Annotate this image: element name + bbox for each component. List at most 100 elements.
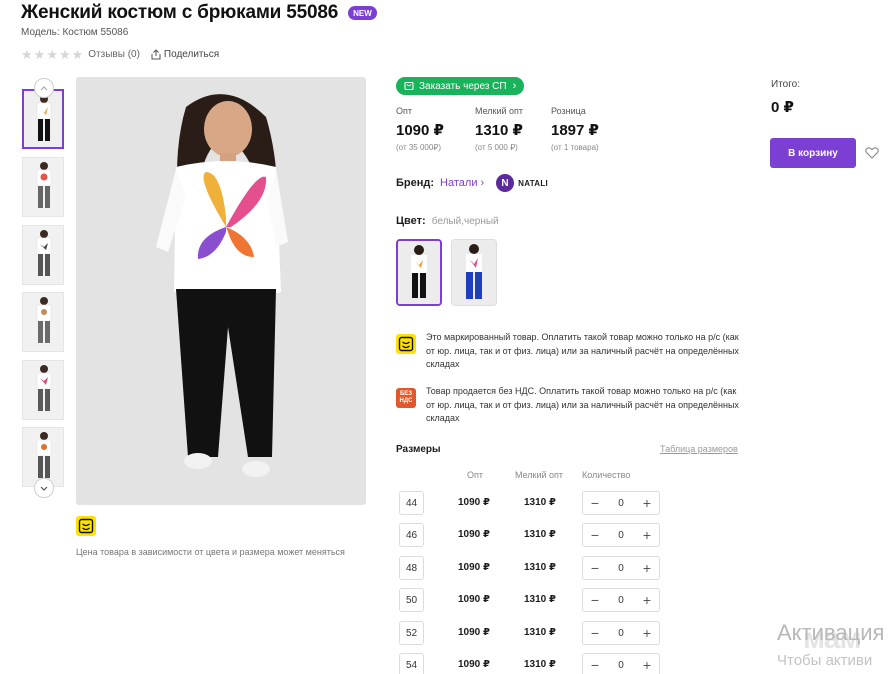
star-icon: ★ [71, 47, 84, 62]
product-model: Модель: Костюм 55086 [21, 27, 129, 38]
size-row: 50 1090 ₽ 1310 ₽ − 0 + [399, 588, 669, 612]
size-price-opt: 1090 ₽ [458, 594, 490, 605]
size-table-link[interactable]: Таблица размеров [660, 444, 738, 454]
thumbnail-4[interactable] [22, 292, 64, 352]
star-icon: ★ [21, 47, 33, 62]
favorite-button[interactable] [865, 146, 879, 164]
minus-icon[interactable]: − [589, 496, 601, 510]
price-value: 1897 ₽ [551, 122, 599, 139]
total-value: 0 ₽ [771, 99, 794, 116]
plus-icon[interactable]: + [641, 658, 653, 672]
size-price-small: 1310 ₽ [524, 594, 556, 605]
star-icon: ★ [33, 47, 46, 62]
total-label: Итого: [771, 79, 800, 90]
color-swatch-1[interactable] [396, 239, 442, 306]
size-label: 50 [399, 588, 424, 612]
size-label: 54 [399, 653, 424, 674]
brand-label: Бренд: [396, 177, 435, 189]
price-value: 1090 ₽ [396, 122, 444, 139]
minus-icon[interactable]: − [589, 593, 601, 607]
quantity-stepper: − 0 + [582, 588, 660, 612]
chevron-up-icon [40, 85, 48, 90]
size-price-small: 1310 ₽ [524, 497, 556, 508]
reviews-link[interactable]: Отзывы (0) [88, 49, 140, 60]
product-title: Женский костюм с брюками 55086 [21, 2, 339, 23]
price-condition: (от 35 000₽) [396, 143, 442, 152]
size-row: 46 1090 ₽ 1310 ₽ − 0 + [399, 523, 669, 547]
chevron-down-icon [40, 486, 48, 491]
cart-small-icon [404, 81, 414, 91]
sizes-title: Размеры [396, 444, 441, 455]
quantity-value[interactable]: 0 [618, 563, 624, 574]
plus-icon[interactable]: + [641, 528, 653, 542]
minus-icon[interactable]: − [589, 658, 601, 672]
add-to-cart-button[interactable]: В корзину [770, 138, 856, 168]
size-price-small: 1310 ₽ [524, 659, 556, 670]
plus-icon[interactable]: + [641, 496, 653, 510]
thumbnail-image [24, 91, 62, 147]
size-price-opt: 1090 ₽ [458, 529, 490, 540]
brand-logo-mark: N [496, 174, 515, 192]
rating-stars: ★ ★ ★ ★ ★ [21, 48, 83, 61]
minus-icon[interactable]: − [589, 626, 601, 640]
quantity-value[interactable]: 0 [618, 498, 624, 509]
thumbnail-image [23, 361, 63, 419]
thumbnail-1[interactable] [22, 89, 64, 149]
plus-icon[interactable]: + [641, 626, 653, 640]
brand-logo[interactable]: N NATALI [496, 174, 548, 192]
plus-icon[interactable]: + [641, 593, 653, 607]
price-label: Мелкий опт [475, 106, 524, 116]
color-value: белый,черный [431, 216, 499, 227]
notice-text: Это маркированный товар. Оплатить такой … [426, 332, 739, 369]
quantity-stepper: − 0 + [582, 491, 660, 515]
price-note: Цена товара в зависимости от цвета и раз… [76, 547, 345, 557]
minus-icon[interactable]: − [589, 561, 601, 575]
color-swatch-2[interactable] [451, 239, 497, 306]
thumbnail-2[interactable] [22, 157, 64, 217]
star-icon: ★ [58, 47, 71, 62]
thumbs-down-button[interactable] [34, 478, 54, 498]
color-row: Цвет: белый,черный [396, 215, 499, 227]
quantity-value[interactable]: 0 [618, 628, 624, 639]
column-header-opt: Опт [467, 470, 483, 480]
marking-icon [76, 516, 96, 536]
quantity-stepper: − 0 + [582, 653, 660, 674]
quantity-value[interactable]: 0 [618, 660, 624, 671]
column-header-small-opt: Мелкий опт [515, 470, 564, 480]
thumbs-up-button[interactable] [34, 78, 54, 98]
thumbnail-image [23, 158, 63, 216]
quantity-stepper: − 0 + [582, 523, 660, 547]
no-vat-icon: БЕЗ НДС [396, 388, 416, 408]
price-value: 1310 ₽ [475, 122, 523, 139]
star-icon: ★ [46, 47, 58, 62]
size-price-small: 1310 ₽ [524, 562, 556, 573]
brand-row: Бренд: Натали › N NATALI [396, 174, 548, 192]
activation-subtitle: Чтобы активи [777, 652, 873, 669]
notice-no-vat: БЕЗ НДС Товар продается без НДС. Оплатит… [396, 385, 741, 426]
heart-icon [865, 147, 879, 159]
size-label: 44 [399, 491, 424, 515]
brand-logo-text: NATALI [518, 178, 549, 188]
main-product-photo[interactable] [76, 77, 366, 505]
brand-link[interactable]: Натали [440, 177, 477, 189]
order-sp-button[interactable]: Заказать через СП › [396, 77, 525, 95]
swatch-image [398, 241, 440, 304]
quantity-value[interactable]: 0 [618, 595, 624, 606]
chevron-right-icon: › [480, 177, 485, 189]
rating-row: ★ ★ ★ ★ ★ Отзывы (0) Поделиться [21, 48, 219, 61]
new-badge: NEW [348, 6, 377, 20]
price-small-opt: Мелкий опт 1310 ₽ (от 5 000 ₽) [475, 106, 523, 152]
share-icon [151, 49, 161, 60]
plus-icon[interactable]: + [641, 561, 653, 575]
quantity-stepper: − 0 + [582, 621, 660, 645]
thumbnail-3[interactable] [22, 225, 64, 285]
price-condition: (от 5 000 ₽) [475, 143, 518, 152]
price-label: Опт [396, 106, 412, 116]
quantity-value[interactable]: 0 [618, 530, 624, 541]
size-label: 52 [399, 621, 424, 645]
share-label: Поделиться [163, 49, 220, 60]
minus-icon[interactable]: − [589, 528, 601, 542]
thumbnail-5[interactable] [22, 360, 64, 420]
share-button[interactable]: Поделиться [151, 49, 219, 60]
size-price-opt: 1090 ₽ [458, 627, 490, 638]
